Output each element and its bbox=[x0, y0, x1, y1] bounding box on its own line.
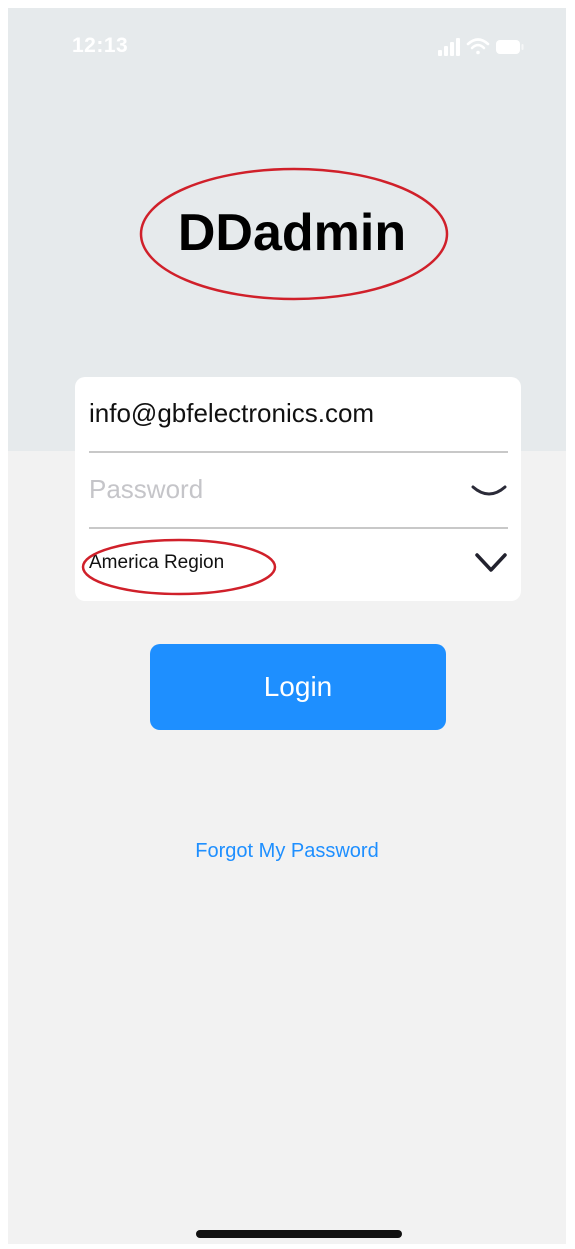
email-input[interactable] bbox=[89, 377, 449, 449]
password-field bbox=[89, 453, 508, 529]
signal-icon bbox=[438, 38, 460, 56]
home-indicator[interactable] bbox=[196, 1230, 402, 1238]
wifi-icon bbox=[466, 38, 490, 55]
region-select[interactable]: America Region bbox=[81, 529, 508, 601]
chevron-down-icon[interactable] bbox=[474, 551, 508, 575]
status-time: 12:13 bbox=[72, 34, 129, 57]
app-logo-title: DDadmin bbox=[177, 204, 407, 262]
region-value: America Region bbox=[89, 552, 225, 573]
status-bar: 12:13 bbox=[8, 8, 566, 88]
login-button[interactable]: Login bbox=[150, 644, 446, 730]
password-input[interactable] bbox=[89, 453, 449, 525]
status-icons bbox=[438, 38, 524, 56]
battery-icon bbox=[496, 40, 524, 54]
eye-closed-icon[interactable] bbox=[470, 481, 508, 501]
email-field bbox=[89, 377, 508, 453]
forgot-password-link[interactable]: Forgot My Password bbox=[8, 840, 566, 863]
login-screen: 12:13 DDadmin info@gbfelectronics.com Am… bbox=[8, 8, 566, 1244]
login-card: America Region bbox=[75, 377, 521, 601]
